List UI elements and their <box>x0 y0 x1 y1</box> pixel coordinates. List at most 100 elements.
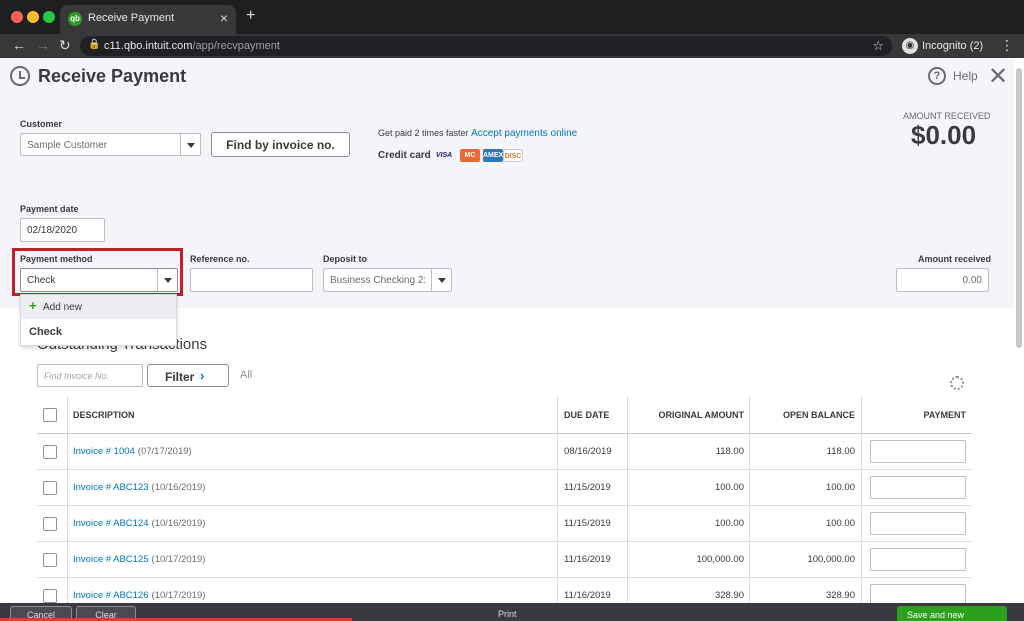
window-zoom-button[interactable] <box>43 11 55 23</box>
payment-date-label: Payment date <box>20 204 79 214</box>
original-amount-cell: 328.90 <box>714 590 744 601</box>
open-balance-cell: 100.00 <box>825 482 855 493</box>
new-tab-icon[interactable]: + <box>246 7 255 25</box>
bookmark-star-icon[interactable]: ☆ <box>872 38 884 54</box>
filter-button[interactable]: Filter › <box>147 364 229 387</box>
back-arrow-icon[interactable]: ← <box>12 37 26 53</box>
outstanding-table: DESCRIPTION DUE DATE ORIGINAL AMOUNT OPE… <box>37 396 972 603</box>
payment-method-menu: + Add new Check <box>20 294 177 346</box>
customer-value: Sample Customer <box>27 140 108 151</box>
invoice-date: (07/17/2019) <box>137 446 192 457</box>
discover-card-icon: DISC <box>503 149 523 162</box>
mastercard-card-icon: MC <box>460 149 480 162</box>
visa-card-icon: VISA <box>435 152 453 159</box>
table-row: Invoice # ABC125 (10/17/2019) 11/16/2019… <box>37 542 972 578</box>
close-icon[interactable]: ✕ <box>988 62 1008 91</box>
due-date-cell: 11/15/2019 <box>564 518 611 529</box>
lock-icon: 🔒 <box>88 39 101 50</box>
table-row: Invoice # ABC124 (10/16/2019) 11/15/2019… <box>37 506 972 542</box>
payment-input[interactable] <box>870 476 966 499</box>
plus-icon: + <box>29 298 37 313</box>
payment-header: PAYMENT <box>923 409 966 420</box>
amount-received-total: $0.00 <box>911 120 977 150</box>
row-checkbox[interactable] <box>43 480 57 495</box>
deposit-to-value: Business Checking 2: <box>330 275 427 286</box>
customer-label: Customer <box>20 119 63 129</box>
page-scrollbar[interactable] <box>1014 58 1024 603</box>
table-header-row: DESCRIPTION DUE DATE ORIGINAL AMOUNT OPE… <box>37 396 972 434</box>
add-new-label: Add new <box>43 302 82 313</box>
accept-payments-link[interactable]: Accept payments online <box>471 128 577 139</box>
deposit-to-select[interactable]: Business Checking 2: <box>323 268 452 292</box>
invoice-link[interactable]: Invoice # ABC126 <box>73 590 149 601</box>
chevron-right-icon: › <box>200 368 205 383</box>
reference-no-input[interactable] <box>190 268 313 292</box>
open-balance-cell: 100.00 <box>825 518 855 529</box>
add-new-option[interactable]: + Add new <box>21 295 176 319</box>
window-close-button[interactable] <box>11 11 23 23</box>
payment-input[interactable] <box>870 440 966 463</box>
description-header[interactable]: DESCRIPTION <box>73 396 135 433</box>
invoice-link[interactable]: Invoice # ABC123 <box>73 482 149 493</box>
customer-select[interactable]: Sample Customer <box>20 133 201 156</box>
select-all-checkbox[interactable] <box>43 407 57 422</box>
due-date-header[interactable]: DUE DATE <box>564 396 609 433</box>
find-by-invoice-button[interactable]: Find by invoice no. <box>211 132 350 157</box>
original-amount-cell: 100.00 <box>714 482 744 493</box>
row-checkbox[interactable] <box>43 516 57 531</box>
due-date-cell: 11/15/2019 <box>564 482 611 493</box>
filter-all-label: All <box>240 369 253 381</box>
payment-input[interactable] <box>870 584 966 603</box>
invoice-link[interactable]: Invoice # 1004 <box>73 446 135 457</box>
scrollbar-thumb[interactable] <box>1016 68 1022 348</box>
payment-date-input[interactable]: 02/18/2020 <box>20 218 105 242</box>
open-balance-cell: 100,000.00 <box>807 554 855 565</box>
due-date-cell: 11/16/2019 <box>564 590 611 601</box>
browser-tab[interactable]: qb Receive Payment × <box>60 5 236 34</box>
invoice-link[interactable]: Invoice # ABC125 <box>73 554 149 565</box>
forward-arrow-icon[interactable]: → <box>36 37 50 53</box>
payment-input[interactable] <box>870 512 966 535</box>
payment-input[interactable] <box>870 548 966 571</box>
row-checkbox[interactable] <box>43 444 57 459</box>
amount-received-input[interactable]: 0.00 <box>896 268 989 292</box>
recent-history-icon[interactable] <box>10 66 30 86</box>
find-invoice-input[interactable]: Find Invoice No. <box>37 364 143 387</box>
browser-menu-icon[interactable]: ⋮ <box>1000 37 1014 54</box>
receive-payment-page: Receive Payment ? Help ✕ Customer Sample… <box>0 58 1014 603</box>
original-amount-header[interactable]: ORIGINAL AMOUNT <box>627 396 745 433</box>
highlight-box <box>12 248 183 296</box>
browser-toolbar: ← → ↻ 🔒 c11.qbo.intuit.com/app/recvpayme… <box>0 34 1024 58</box>
amex-card-icon: AMEX <box>483 149 503 162</box>
credit-card-label: Credit card <box>378 150 431 161</box>
original-amount-cell: 100.00 <box>714 518 744 529</box>
invoice-date: (10/16/2019) <box>151 482 206 493</box>
row-checkbox[interactable] <box>43 552 57 567</box>
row-checkbox[interactable] <box>43 588 57 603</box>
help-link[interactable]: Help <box>953 69 978 83</box>
invoice-link[interactable]: Invoice # ABC124 <box>73 518 149 529</box>
option-check[interactable]: Check <box>29 326 62 338</box>
open-balance-cell: 118.00 <box>826 446 855 457</box>
url-path: /app/recvpayment <box>192 40 280 52</box>
reload-icon[interactable]: ↻ <box>59 37 71 54</box>
chevron-down-icon[interactable] <box>180 134 200 155</box>
deposit-to-label: Deposit to <box>323 254 367 264</box>
open-balance-header[interactable]: OPEN BALANCE <box>749 396 855 433</box>
promo-text: Get paid 2 times faster <box>378 128 469 138</box>
print-link[interactable]: Print <box>498 609 517 619</box>
filter-label: Filter <box>165 370 195 384</box>
original-amount-cell: 100,000.00 <box>696 554 744 565</box>
gear-icon[interactable] <box>950 376 964 390</box>
address-bar[interactable]: 🔒 c11.qbo.intuit.com/app/recvpayment ☆ <box>80 36 892 56</box>
invoice-date: (10/17/2019) <box>151 590 206 601</box>
due-date-cell: 11/16/2019 <box>564 554 611 565</box>
chevron-down-icon[interactable] <box>431 269 451 291</box>
window-minimize-button[interactable] <box>27 11 39 23</box>
page-title: Receive Payment <box>38 66 187 86</box>
save-and-new-button[interactable]: Save and new <box>897 606 1007 621</box>
tab-title: Receive Payment <box>88 12 175 24</box>
incognito-icon: ◉ <box>902 38 918 54</box>
tab-close-icon[interactable]: × <box>220 10 228 26</box>
help-icon[interactable]: ? <box>928 67 946 85</box>
